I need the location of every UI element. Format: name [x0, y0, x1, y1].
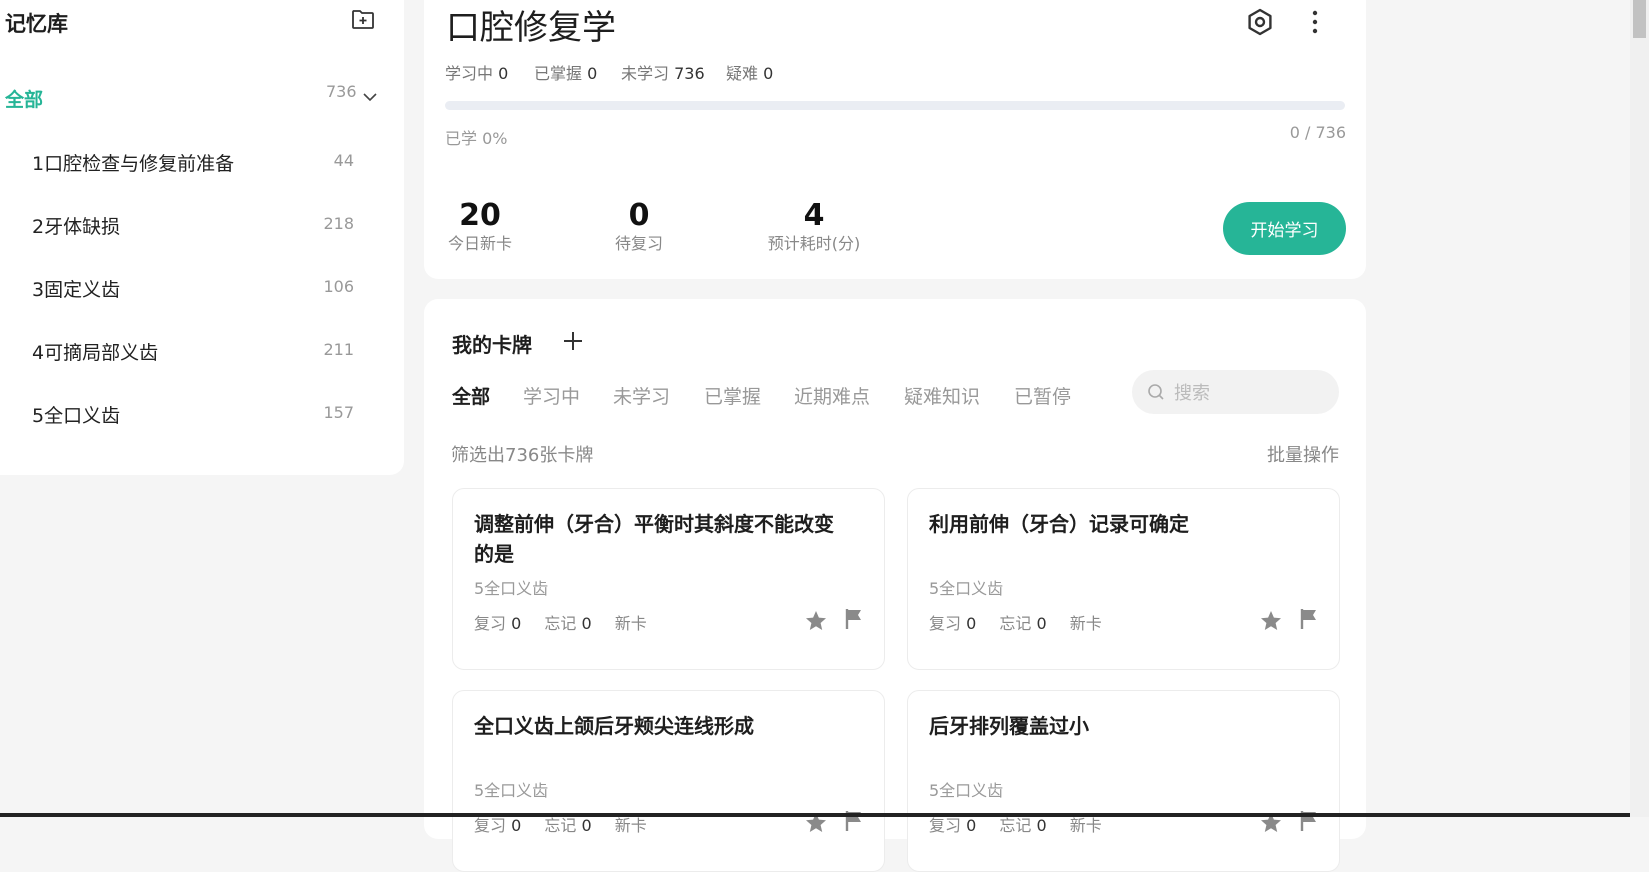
tab-unlearned[interactable]: 未学习 — [613, 382, 670, 409]
sidebar-item[interactable]: 4可摘局部义齿 211 — [32, 332, 362, 372]
card-question: 利用前伸（牙合）记录可确定 — [929, 512, 1189, 536]
progress-label: 已学 0% — [445, 129, 508, 148]
big-stat-new: 20 今日新卡 — [447, 198, 512, 253]
sidebar-item[interactable]: 2牙体缺损 218 — [32, 206, 362, 246]
sidebar-item-count: 157 — [323, 403, 354, 422]
sidebar-item-count: 211 — [323, 340, 354, 359]
filter-count: 筛选出736张卡牌 — [451, 445, 594, 466]
big-stat-time: 4 预计耗时(分) — [767, 198, 861, 253]
card-section: 5全口义齿 — [474, 781, 549, 800]
card-meta: 复习 0 忘记 0 新卡 — [929, 614, 1102, 633]
progress-count: 0 / 736 — [1289, 123, 1346, 142]
search-input[interactable] — [1172, 370, 1336, 416]
sidebar-item[interactable]: 5全口义齿 157 — [32, 395, 362, 435]
sidebar-item-label: 1口腔检查与修复前准备 — [32, 153, 235, 175]
tab-paused[interactable]: 已暂停 — [1014, 382, 1071, 409]
sidebar-item-count: 44 — [333, 151, 354, 170]
tab-recent-difficult[interactable]: 近期难点 — [794, 382, 870, 409]
deck-overview: 口腔修复学 学习中 0 已掌握 0 未学习 736 疑难 0 已学 0% 0 /… — [424, 0, 1366, 279]
scrollbar-thumb[interactable] — [1633, 0, 1646, 38]
add-card-icon[interactable] — [562, 330, 584, 352]
search-icon — [1148, 384, 1164, 400]
card-item[interactable]: 利用前伸（牙合）记录可确定 5全口义齿 复习 0 忘记 0 新卡 — [907, 488, 1340, 670]
start-learning-button[interactable]: 开始学习 — [1223, 202, 1346, 255]
stat-difficult: 疑难 0 — [726, 64, 774, 83]
sidebar-item-label: 3固定义齿 — [32, 279, 121, 301]
sidebar-item-all[interactable]: 全部 — [5, 85, 43, 112]
sidebar-item-count: 218 — [323, 214, 354, 233]
card-item[interactable]: 后牙排列覆盖过小 5全口义齿 复习 0 忘记 0 新卡 — [907, 690, 1340, 872]
sidebar-title: 记忆库 — [5, 12, 68, 36]
progress-bar — [445, 101, 1345, 110]
card-section: 5全口义齿 — [474, 579, 549, 598]
star-icon[interactable] — [1259, 609, 1283, 633]
more-vertical-icon[interactable] — [1308, 8, 1322, 36]
card-item[interactable]: 全口义齿上颌后牙颊尖连线形成 5全口义齿 复习 0 忘记 0 新卡 — [452, 690, 885, 872]
sidebar-item-label: 4可摘局部义齿 — [32, 342, 159, 364]
cards-panel-title: 我的卡牌 — [452, 333, 532, 357]
tab-mastered[interactable]: 已掌握 — [704, 382, 761, 409]
search-box[interactable] — [1132, 370, 1339, 416]
chevron-down-icon[interactable] — [363, 92, 377, 102]
stat-unlearned: 未学习 736 — [621, 64, 705, 83]
add-folder-icon[interactable] — [351, 8, 375, 30]
cards-panel: 我的卡牌 全部 学习中 未学习 已掌握 近期难点 疑难知识 已暂停 筛选出736… — [424, 299, 1366, 872]
deck-title: 口腔修复学 — [446, 8, 616, 48]
card-meta: 复习 0 忘记 0 新卡 — [474, 614, 647, 633]
batch-operation-button[interactable]: 批量操作 — [1267, 441, 1339, 467]
card-question: 全口义齿上颌后牙颊尖连线形成 — [474, 714, 754, 738]
flag-icon[interactable] — [844, 607, 864, 631]
card-section: 5全口义齿 — [929, 579, 1004, 598]
tab-learning[interactable]: 学习中 — [523, 382, 580, 409]
scrollbar-track[interactable] — [1630, 0, 1649, 817]
card-item[interactable]: 调整前伸（牙合）平衡时其斜度不能改变的是 5全口义齿 复习 0 忘记 0 新卡 — [452, 488, 885, 670]
star-icon[interactable] — [804, 609, 828, 633]
big-stat-review: 0 待复习 — [614, 198, 663, 253]
sidebar-all-count: 736 — [326, 82, 357, 101]
settings-icon[interactable] — [1246, 8, 1274, 36]
sidebar-item-label: 2牙体缺损 — [32, 216, 121, 238]
card-question: 后牙排列覆盖过小 — [929, 714, 1089, 738]
tab-difficult-knowledge[interactable]: 疑难知识 — [904, 382, 980, 409]
sidebar-item[interactable]: 1口腔检查与修复前准备 44 — [32, 143, 362, 183]
card-section: 5全口义齿 — [929, 781, 1004, 800]
sidebar-item-count: 106 — [323, 277, 354, 296]
sidebar-item-label: 5全口义齿 — [32, 405, 121, 427]
card-question: 调整前伸（牙合）平衡时其斜度不能改变的是 — [474, 512, 834, 566]
stat-learning: 学习中 0 — [445, 64, 509, 83]
tab-all[interactable]: 全部 — [452, 382, 490, 409]
sidebar-item[interactable]: 3固定义齿 106 — [32, 269, 362, 309]
flag-icon[interactable] — [1299, 607, 1319, 631]
stat-mastered: 已掌握 0 — [534, 64, 598, 83]
sidebar: 记忆库 全部 736 1口腔检查与修复前准备 44 2牙体缺损 218 3固定义… — [0, 0, 404, 475]
window-bottom-border — [0, 813, 1630, 817]
